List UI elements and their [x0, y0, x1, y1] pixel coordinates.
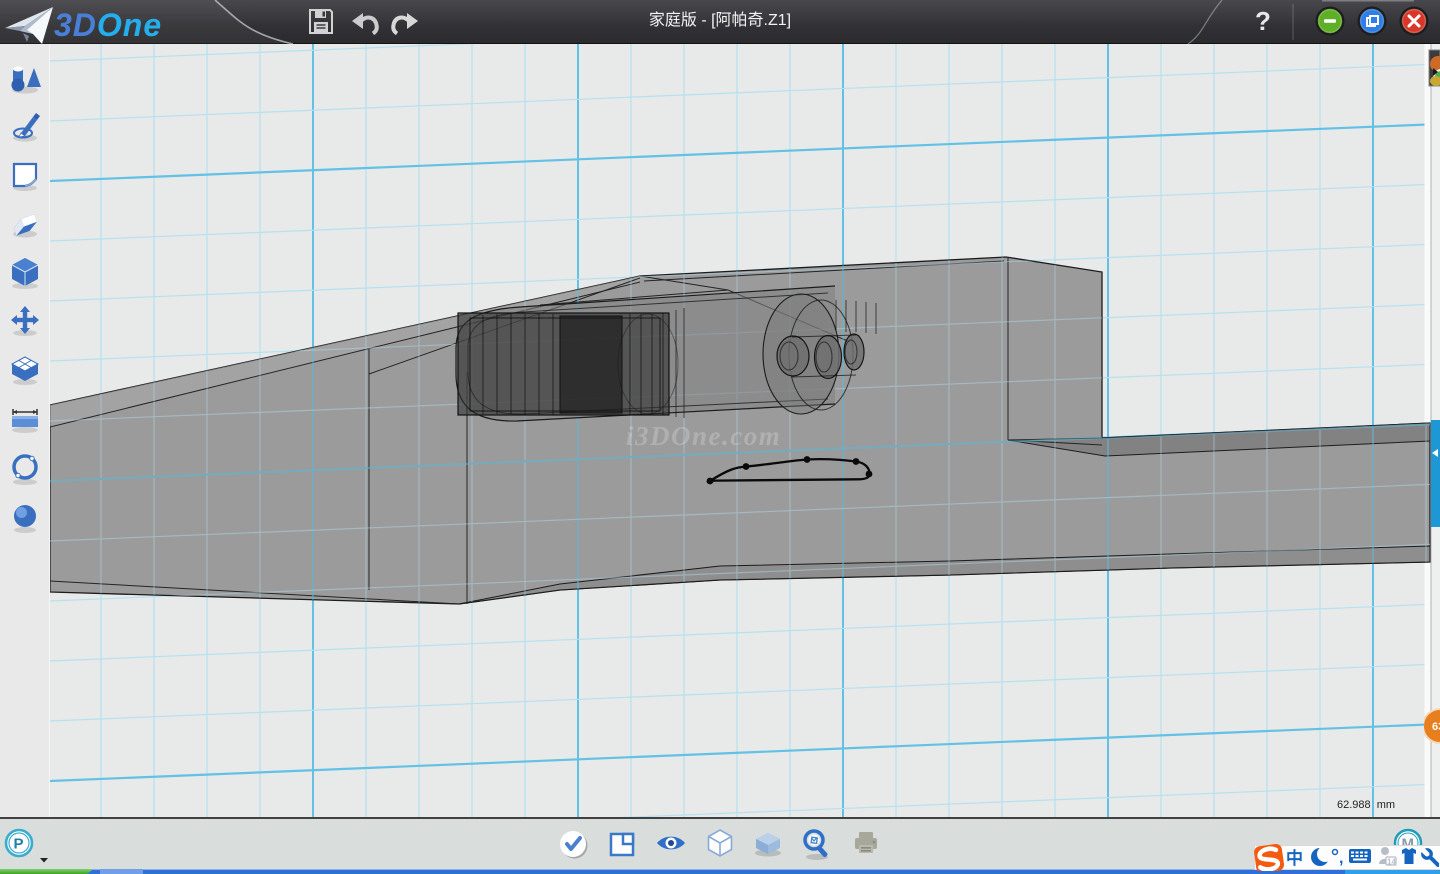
svg-text:i3DOne.com: i3DOne.com — [626, 421, 781, 451]
svg-text:14: 14 — [1387, 858, 1396, 867]
svg-text:,: , — [1339, 850, 1343, 867]
svg-text:P: P — [14, 836, 24, 853]
svg-text:中: 中 — [1286, 848, 1303, 868]
svg-text:63: 63 — [1432, 721, 1440, 733]
